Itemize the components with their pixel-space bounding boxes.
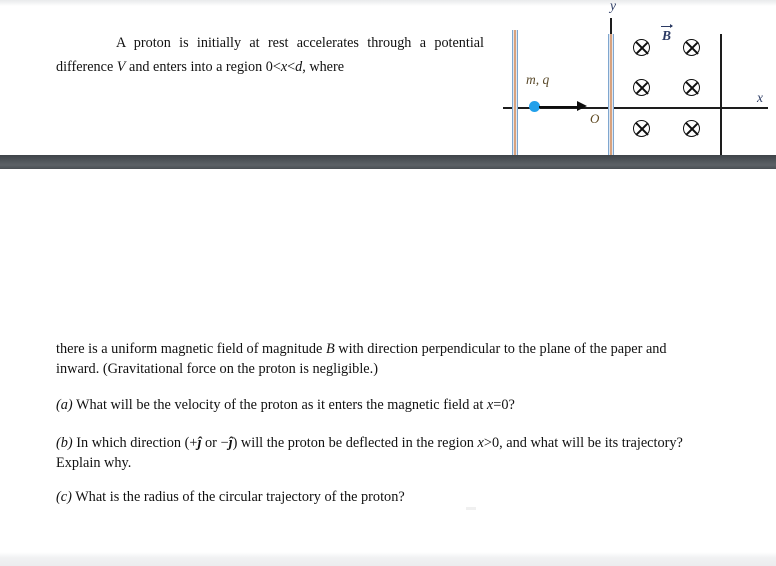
description-symbol-b: B xyxy=(325,341,335,358)
field-right-boundary-line xyxy=(720,34,722,158)
accelerating-plate-left xyxy=(512,30,518,158)
field-into-page-icon xyxy=(633,120,650,137)
question-a-text-post: =0? xyxy=(493,397,515,414)
question-a: (a) What will be the velocity of the pro… xyxy=(56,396,688,416)
magnetic-field-symbol: B xyxy=(662,28,672,43)
intro-line-2-tail: < xyxy=(287,59,296,76)
problem-description: there is a uniform magnetic field of mag… xyxy=(56,340,688,379)
particle-mass-charge-label: m, q xyxy=(526,72,550,87)
question-a-text-pre: What will be the velocity of the proton … xyxy=(72,397,487,414)
question-b: (b) In which direction (+ĵ or −ĵ) will t… xyxy=(56,434,688,473)
question-b-text-pre: In which direction (+ xyxy=(72,435,198,452)
magnetic-field-vector-label: B xyxy=(661,23,673,43)
physics-figure: y x O m, q B xyxy=(495,0,776,160)
field-into-page-icon xyxy=(633,79,650,96)
intro-line-2-post: and enters into a region 0< xyxy=(125,59,281,76)
question-c: (c) What is the radius of the circular t… xyxy=(56,488,688,508)
description-pre: there is a uniform magnetic field of mag… xyxy=(56,341,326,358)
accelerating-plate-right xyxy=(608,34,614,158)
question-c-marker: (c) xyxy=(56,489,72,506)
y-axis-label: y xyxy=(610,0,616,13)
x-axis-label: x xyxy=(757,90,763,105)
intro-line-2-end: , where xyxy=(302,59,345,76)
velocity-arrow-icon xyxy=(539,101,587,111)
field-into-page-icon xyxy=(683,120,700,137)
field-into-page-icon xyxy=(683,39,700,56)
page-bottom-band xyxy=(0,552,776,566)
question-c-text-pre: What is the radius of the circular traje… xyxy=(71,489,405,506)
page-artifact-mark xyxy=(466,507,476,510)
question-b-text-post: ) will the proton be deflected in the re… xyxy=(232,435,478,452)
page-divider-band xyxy=(0,155,776,169)
intro-line-1: A proton is initially at rest accelerate… xyxy=(116,35,427,52)
question-b-text-mid: or − xyxy=(201,435,229,452)
field-into-page-icon xyxy=(633,39,650,56)
question-a-marker: (a) xyxy=(56,397,73,414)
intro-paragraph: A proton is initially at rest accelerate… xyxy=(56,31,484,79)
field-into-page-icon xyxy=(683,79,700,96)
origin-label: O xyxy=(590,111,600,126)
question-b-marker: (b) xyxy=(56,435,73,452)
